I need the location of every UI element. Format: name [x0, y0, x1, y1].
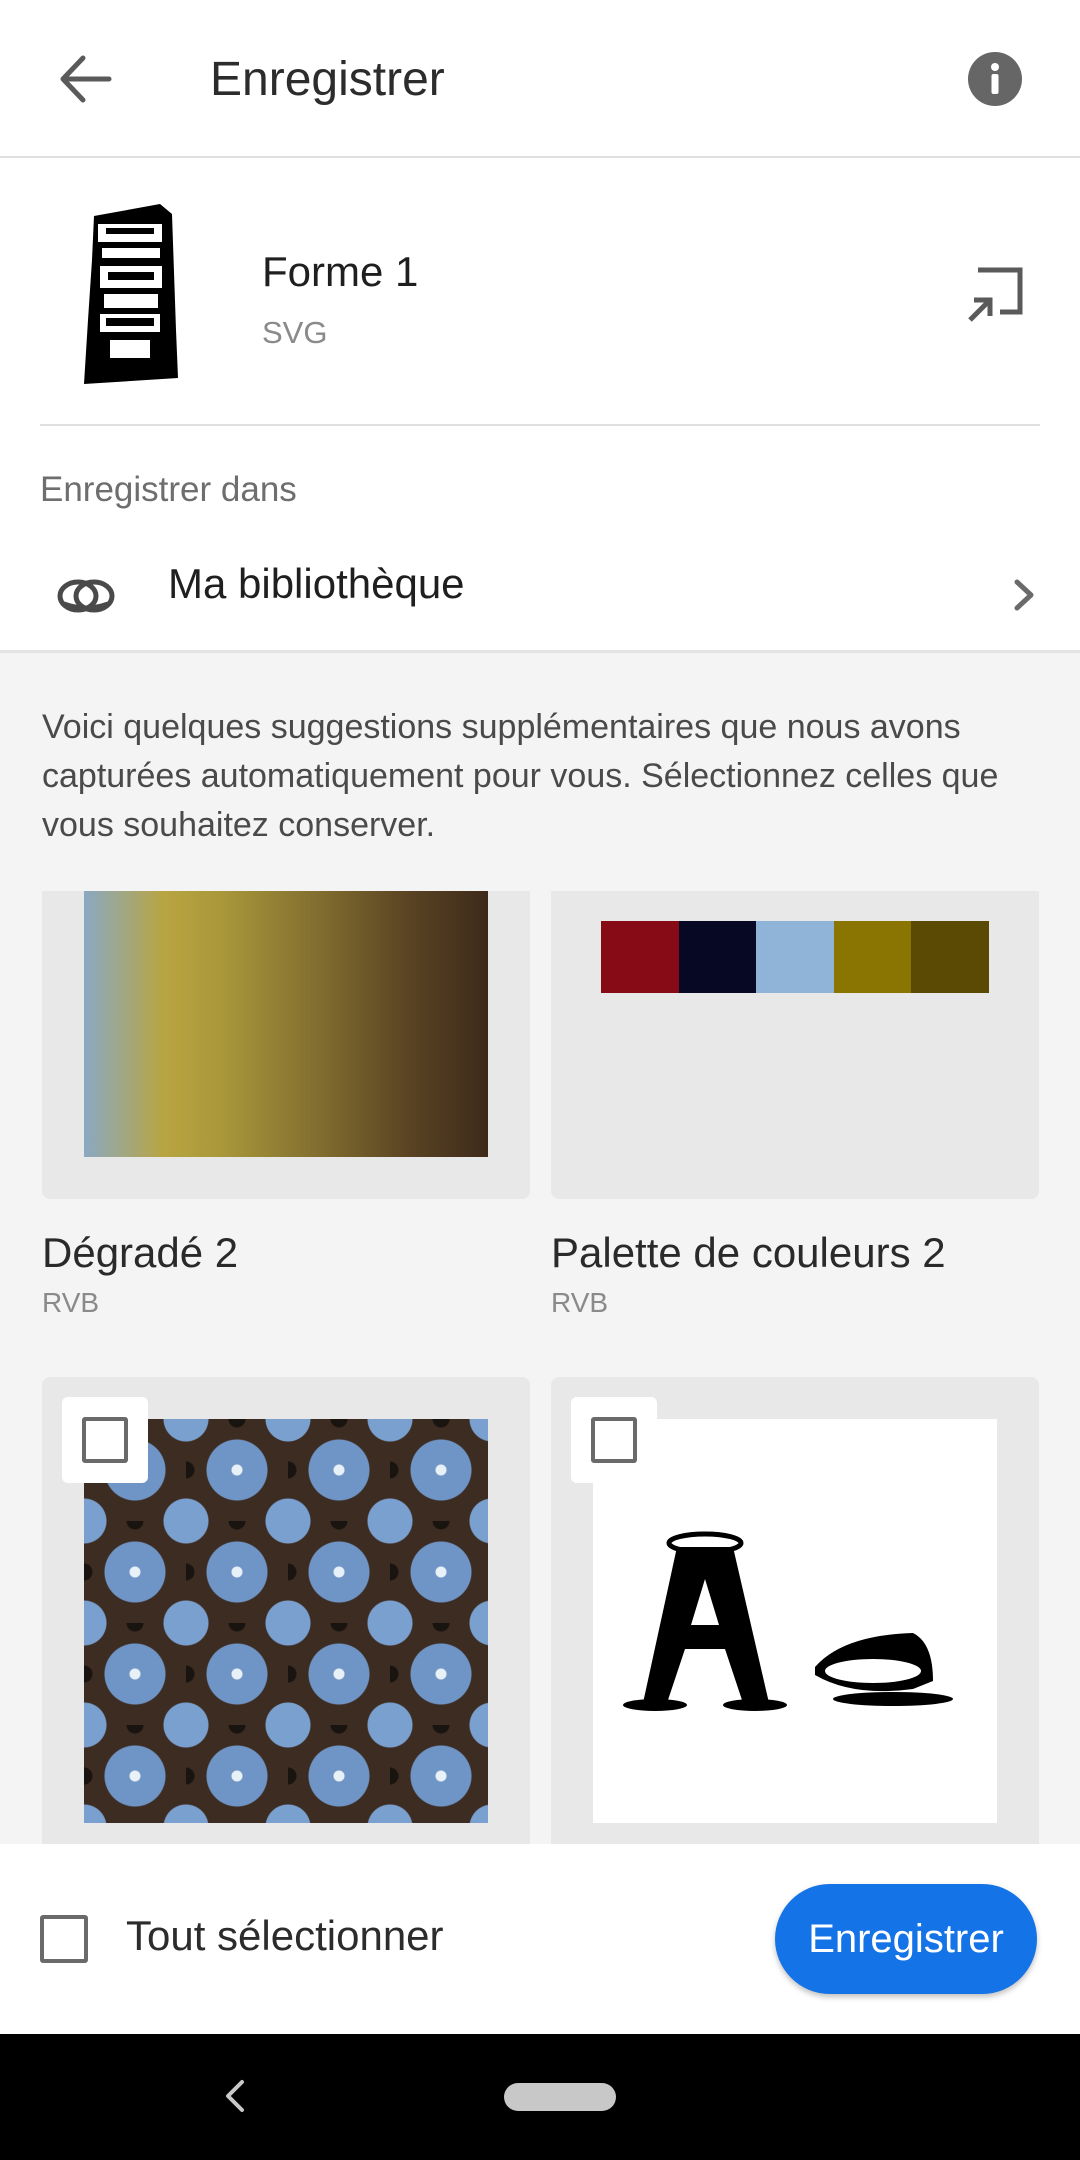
app-bar: Enregistrer: [0, 0, 1080, 158]
divider: [40, 424, 1040, 426]
creative-cloud-icon: [57, 579, 115, 613]
palette-swatch: [678, 921, 757, 993]
bottom-action-bar: Tout sélectionner Enregistrer: [0, 1844, 1080, 2034]
suggestion-title: Dégradé 2: [42, 1229, 239, 1276]
arrow-left-icon: [60, 55, 112, 103]
suggestion-card-character-style[interactable]: [551, 1377, 1039, 1844]
suggestion-title: Palette de couleurs 2: [551, 1229, 946, 1276]
asset-row[interactable]: Forme 1 SVG: [0, 160, 1080, 426]
back-button[interactable]: [40, 34, 130, 124]
save-button[interactable]: Enregistrer: [775, 1884, 1037, 1994]
library-selector[interactable]: Ma bibliothèque: [0, 540, 1080, 650]
asset-name: Forme 1: [262, 248, 419, 295]
select-all-label[interactable]: Tout sélectionner: [126, 1912, 444, 1960]
library-name: Ma bibliothèque: [168, 560, 465, 607]
select-all-checkbox[interactable]: [40, 1915, 88, 1963]
palette-swatch: [601, 921, 679, 993]
character-style-checkbox[interactable]: [571, 1397, 657, 1483]
suggestions-panel[interactable]: Voici quelques suggestions supplémentair…: [0, 650, 1080, 1844]
suggestion-card-palette[interactable]: [551, 891, 1039, 1199]
asset-type: SVG: [262, 315, 328, 350]
color-palette: [601, 921, 989, 993]
suggestion-subtitle: RVB: [551, 1287, 609, 1318]
nav-home-pill[interactable]: [504, 2083, 616, 2111]
info-circle-icon: [968, 52, 1022, 106]
page-title: Enregistrer: [210, 53, 445, 106]
palette-swatch: [833, 921, 912, 993]
suggestions-intro: Voici quelques suggestions supplémentair…: [42, 708, 999, 844]
chevron-right-icon: [1014, 579, 1034, 611]
palette-swatch: [911, 921, 989, 993]
pattern-checkbox[interactable]: [62, 1397, 148, 1483]
system-nav-bar: [0, 2034, 1080, 2160]
suggestion-card-pattern[interactable]: [42, 1377, 530, 1844]
open-in-icon: [968, 267, 1023, 322]
suggestion-card-gradient[interactable]: [42, 891, 530, 1199]
suggestion-subtitle: RVB: [42, 1287, 100, 1318]
save-in-label: Enregistrer dans: [40, 470, 297, 509]
open-asset-button[interactable]: [960, 260, 1030, 330]
palette-swatch: [756, 921, 834, 993]
nav-back-icon[interactable]: [220, 2074, 250, 2118]
info-button[interactable]: [960, 44, 1030, 114]
shape-thumbnail: [80, 200, 180, 384]
gradient-swatch: [84, 891, 488, 1157]
